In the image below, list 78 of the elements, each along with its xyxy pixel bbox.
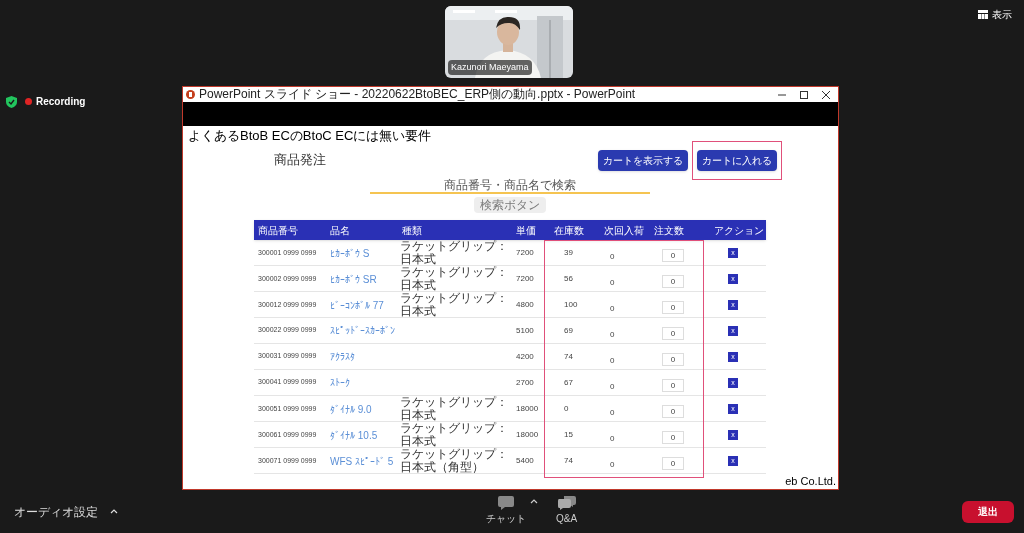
quantity-field[interactable]: 0 [662,352,684,366]
cart-button[interactable]: カートに入れる [697,149,777,171]
grid-icon [978,10,988,19]
table-cell-text: 0 [609,433,616,445]
table-cell-text: 0 [609,277,616,289]
table-cell-text: 15 [563,429,574,441]
table-cell-text: 39 [563,247,574,259]
product-link[interactable]: WFS ｽﾋﾟｰﾄﾞ 5 [326,453,398,469]
table-cell-text: 100 [563,299,579,311]
maximize-icon[interactable] [800,90,808,99]
page-title: 商品発注 [274,151,326,170]
participant-name: Kazunori Maeyama [448,59,532,75]
column-header: 品名 [329,223,351,238]
column-header: 種類 [401,223,423,238]
table-cell-text: 56 [563,273,574,285]
table-cell-text: 2700 [515,376,535,389]
column-header: 商品番号 [257,223,299,238]
table-cell-text: 0 [609,459,616,471]
slide-title: よくあるBtoB ECのBtoC ECには無い要件 [188,127,433,144]
product-link[interactable]: ｽﾄｰｸ [326,375,398,390]
chat-bubble-icon [498,496,514,510]
product-link[interactable]: ﾀﾞｲﾅﾙ 10.5 [326,427,398,443]
table-cell-text: 69 [563,324,574,337]
powerpoint-icon [186,90,195,99]
quantity-field[interactable]: 0 [662,249,684,262]
product-link[interactable]: ﾀﾞｲﾅﾙ 9.0 [326,401,398,417]
audio-settings-button[interactable]: オーディオ設定 [14,502,118,521]
table-cell-text: 18000 [515,403,540,415]
column-header: アクション [713,223,765,238]
table-cell-text: 4800 [515,299,535,311]
chat-button[interactable]: チャット [486,496,526,526]
table-cell-text: 0 [609,251,616,263]
cart-button[interactable]: カートを表示する [598,149,688,171]
table-cell-text: 18000 [515,429,540,441]
quantity-field[interactable]: 0 [662,275,684,288]
search-field[interactable]: 商品番号・商品名で検索 [370,178,650,194]
quantity-field[interactable]: 0 [662,301,684,314]
table-cell-text: 5400 [515,455,535,467]
chat-bubbles-icon [557,496,576,510]
table-cell-text: ラケットグリップ：日本式（角型） [399,448,509,474]
table-cell-text: ラケットグリップ：日本式 [399,396,509,422]
leave-button[interactable]: 退出 [962,500,1014,523]
table-cell-text: 0 [609,380,616,393]
shield-icon [6,95,17,108]
table-cell-text: 74 [563,350,574,363]
table-cell-text: 7200 [515,273,535,285]
caret-icon [110,509,118,514]
quantity-field[interactable]: 0 [662,326,684,340]
table-cell-text: 74 [563,455,574,467]
column-header: 単価 [515,223,537,238]
table-cell-text: 4200 [515,350,535,363]
window-title: PowerPoint スライド ショー - 20220622BtoBEC_ERP側の動向.pptx - PowerPoint [199,87,636,102]
table-cell-text: 0 [609,328,616,341]
view-button[interactable]: 表示 [974,6,1016,23]
table-cell-text: 0 [609,354,616,367]
table-cell-text: ラケットグリップ：日本式 [399,240,509,266]
recording-label: Recording [36,95,86,109]
footer-text: eb Co.Ltd. [785,473,836,489]
quantity-field[interactable]: 0 [662,405,684,418]
close-icon[interactable] [822,90,830,99]
table-cell-text: 7200 [515,247,535,259]
caret-icon[interactable] [530,499,538,504]
column-header: 次回入荷 [603,223,645,238]
quantity-field[interactable]: 0 [662,431,684,444]
column-header: 注文数 [653,223,685,238]
table-cell-text: 0 [609,407,616,419]
table-cell-text: ラケットグリップ：日本式 [399,266,509,292]
table-cell-text: 0 [609,303,616,315]
quantity-field[interactable]: 0 [662,378,684,392]
table-cell-text: ラケットグリップ：日本式 [399,422,509,448]
product-link[interactable]: ｽﾋﾟｯﾄﾞｰｽｶｰﾎﾞﾝ [326,323,398,338]
table-cell-text: 5100 [515,324,535,337]
table-cell-text: 0 [563,403,570,415]
table-cell-text: ラケットグリップ：日本式 [399,292,509,318]
quantity-field[interactable]: 0 [662,457,684,470]
column-header: 在庫数 [553,223,585,238]
qa-button[interactable]: Q&A [556,496,578,526]
table-cell-text: 67 [563,376,574,389]
